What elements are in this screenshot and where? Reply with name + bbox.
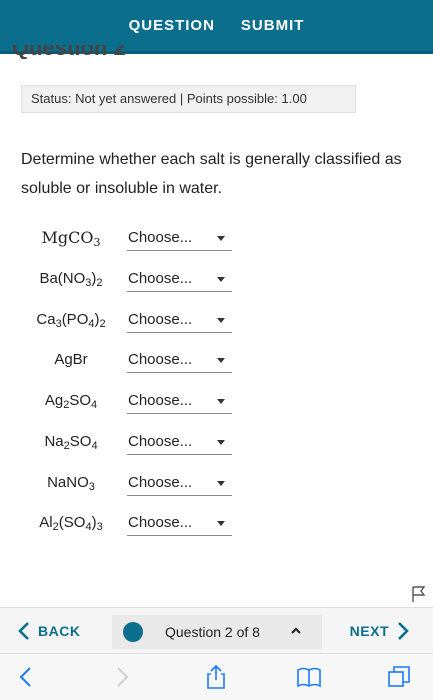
formula-part: SO: [69, 433, 92, 450]
formula-part: Ag: [44, 392, 64, 409]
flag-icon[interactable]: [410, 585, 428, 603]
next-label: NEXT: [349, 623, 389, 639]
formula-subscript: 4: [91, 399, 98, 411]
salt-formula: Al2(SO4)3: [21, 510, 121, 536]
solubility-select[interactable]: Choose...: [127, 347, 232, 373]
formula-subscript: 2: [99, 318, 106, 330]
salt-row: Ca3(PO4)2 Choose...: [21, 307, 241, 335]
caret-down-icon: [217, 521, 225, 526]
select-value: Choose...: [128, 270, 193, 287]
formula-part: Ca: [36, 311, 56, 328]
share-icon[interactable]: [203, 664, 229, 690]
formula-subscript: 2: [96, 277, 103, 289]
formula-part: NaNO: [47, 474, 89, 491]
question-position-label: Question 2 of 8: [165, 624, 260, 640]
salt-row: Ba(NO3)2 Choose...: [21, 266, 241, 294]
salt-formula: Na2SO4: [21, 429, 121, 455]
select-value: Choose...: [128, 311, 193, 328]
browser-toolbar: [0, 653, 433, 700]
salt-formula: Ba(NO3)2: [21, 266, 121, 292]
browser-back-icon[interactable]: [14, 664, 40, 690]
select-value: Choose...: [128, 351, 193, 368]
formula-subscript: 3: [88, 481, 95, 493]
salt-formula: AgBr: [21, 347, 121, 373]
solubility-select[interactable]: Choose...: [127, 266, 232, 292]
caret-down-icon: [217, 236, 225, 241]
salt-row: Na2SO4 Choose...: [21, 429, 241, 457]
progress-dot: [123, 622, 143, 642]
formula-subscript: 3: [93, 236, 101, 249]
formula-part: AgBr: [54, 351, 88, 368]
caret-down-icon: [217, 318, 225, 323]
solubility-select[interactable]: Choose...: [127, 388, 232, 414]
next-button[interactable]: NEXT: [350, 620, 409, 642]
question-title: Question 2: [12, 45, 126, 59]
salt-row: Ag2SO4 Choose...: [21, 388, 241, 416]
select-value: Choose...: [128, 514, 193, 531]
caret-down-icon: [217, 440, 225, 445]
formula-subscript: 3: [96, 521, 103, 533]
chevron-right-icon: [398, 622, 409, 640]
salt-row: MgCO3 Choose...: [21, 225, 241, 253]
salt-row: Al2(SO4)3 Choose...: [21, 510, 241, 538]
status-badge: Status: Not yet answered | Points possib…: [21, 85, 356, 113]
salt-formula: Ca3(PO4)2: [21, 307, 121, 333]
salt-row: AgBr Choose...: [21, 347, 241, 375]
tab-question[interactable]: QUESTION: [129, 17, 215, 34]
solubility-select[interactable]: Choose...: [127, 307, 232, 333]
question-nav-bar: BACK Question 2 of 8 NEXT: [0, 607, 433, 653]
formula-part: (PO: [61, 311, 89, 328]
select-value: Choose...: [128, 433, 193, 450]
solubility-select[interactable]: Choose...: [127, 225, 232, 251]
question-position-selector[interactable]: Question 2 of 8: [112, 615, 322, 649]
formula-subscript: 4: [91, 440, 98, 452]
chevron-up-icon: [291, 627, 301, 634]
formula-part: MgCO: [41, 228, 94, 247]
formula-part: Ba(NO: [39, 270, 86, 287]
solubility-select[interactable]: Choose...: [127, 510, 232, 536]
caret-down-icon: [217, 399, 225, 404]
chevron-left-icon: [18, 622, 29, 640]
tab-submit[interactable]: SUBMIT: [241, 17, 305, 34]
salt-formula: Ag2SO4: [21, 388, 121, 414]
question-title-text: Question 2: [12, 45, 126, 59]
tabs-icon[interactable]: [386, 664, 412, 690]
select-value: Choose...: [128, 392, 193, 409]
caret-down-icon: [217, 481, 225, 486]
back-label: BACK: [38, 623, 81, 639]
browser-forward-icon[interactable]: [108, 664, 134, 690]
select-value: Choose...: [128, 474, 193, 491]
formula-part: Na: [44, 433, 64, 450]
salt-row: NaNO3 Choose...: [21, 470, 241, 498]
question-prompt: Determine whether each salt is generally…: [21, 151, 402, 197]
caret-down-icon: [217, 277, 225, 282]
select-value: Choose...: [128, 229, 193, 246]
salt-formula: NaNO3: [21, 470, 121, 496]
solubility-select[interactable]: Choose...: [127, 470, 232, 496]
formula-part: (SO: [58, 514, 86, 531]
solubility-select[interactable]: Choose...: [127, 429, 232, 455]
formula-part: Al: [39, 514, 53, 531]
back-button[interactable]: BACK: [18, 620, 80, 642]
formula-part: SO: [69, 392, 92, 409]
salt-formula: MgCO3: [21, 225, 121, 251]
bookmarks-icon[interactable]: [296, 664, 322, 690]
caret-down-icon: [217, 358, 225, 363]
